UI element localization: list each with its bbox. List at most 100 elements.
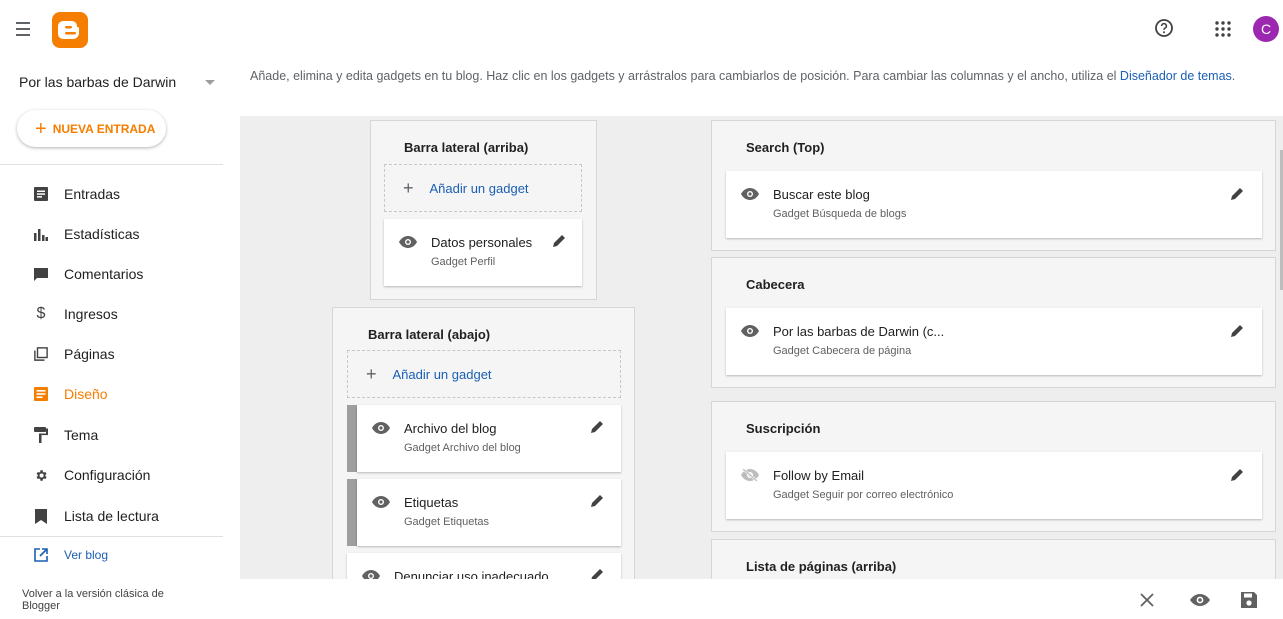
blogger-logo-icon[interactable]: [52, 12, 88, 48]
section-subscription: Suscripción Follow by Email Gadget Segui…: [711, 401, 1276, 532]
gadget-card[interactable]: Denunciar uso inadecuado: [347, 553, 621, 579]
apps-icon[interactable]: [1212, 18, 1234, 40]
add-gadget-button[interactable]: + Añadir un gadget: [384, 164, 582, 212]
section-title: Barra lateral (abajo): [368, 327, 491, 342]
visibility-icon[interactable]: [399, 236, 417, 248]
section-title: Barra lateral (arriba): [404, 140, 529, 155]
gadget-subtitle: Gadget Cabecera de página: [773, 345, 912, 357]
menu-icon[interactable]: [16, 22, 38, 38]
gadget-title: Archivo del blog: [404, 421, 497, 436]
section-header: Cabecera Por las barbas de Darwin (c... …: [711, 257, 1276, 388]
sidebar-item-stats[interactable]: Estadísticas: [0, 215, 223, 253]
gadget-card[interactable]: Archivo del blog Gadget Archivo del blog: [357, 405, 621, 472]
gadget-card[interactable]: Datos personales Gadget Perfil: [384, 219, 582, 286]
section-sidebar-bottom: Barra lateral (abajo) + Añadir un gadget …: [332, 307, 635, 579]
sidebar-item-label: Lista de lectura: [64, 508, 159, 524]
layout-description: Añade, elimina y edita gadgets en tu blo…: [250, 66, 1270, 86]
add-gadget-label: Añadir un gadget: [392, 366, 492, 382]
gadget-card[interactable]: Follow by Email Gadget Seguir por correo…: [726, 452, 1262, 519]
gadget-subtitle: Gadget Seguir por correo electrónico: [773, 489, 954, 501]
paint-roller-icon: [34, 427, 48, 443]
pages-icon: [34, 346, 48, 362]
visibility-icon[interactable]: [741, 325, 759, 337]
gadget-title: Buscar este blog: [773, 187, 870, 202]
dollar-icon: $: [36, 305, 46, 322]
comments-icon: [34, 266, 48, 282]
edit-icon[interactable]: [589, 419, 605, 435]
view-blog-label: Ver blog: [64, 548, 109, 562]
visibility-icon[interactable]: [372, 496, 390, 508]
sidebar-item-label: Tema: [64, 427, 99, 443]
close-icon[interactable]: [1138, 591, 1156, 609]
theme-designer-link[interactable]: Diseñador de temas: [1120, 69, 1232, 83]
save-icon[interactable]: [1240, 591, 1258, 609]
layout-canvas: Barra lateral (arriba) + Añadir un gadget…: [240, 116, 1283, 579]
description-end: .: [1231, 69, 1236, 83]
edit-icon[interactable]: [589, 493, 605, 509]
sidebar-item-label: Comentarios: [64, 266, 144, 282]
sidebar-item-reading-list[interactable]: Lista de lectura: [0, 497, 223, 535]
blog-selector[interactable]: Por las barbas de Darwin: [19, 74, 176, 90]
gadget-card[interactable]: Buscar este blog Gadget Búsqueda de blog…: [726, 171, 1262, 238]
sidebar-item-label: Estadísticas: [64, 226, 140, 242]
section-title: Suscripción: [746, 421, 821, 436]
add-gadget-label: Añadir un gadget: [429, 180, 529, 196]
avatar[interactable]: C: [1253, 16, 1279, 42]
sidebar-item-earnings[interactable]: $ Ingresos: [0, 295, 223, 333]
chevron-down-icon[interactable]: [205, 80, 215, 85]
edit-icon[interactable]: [551, 233, 567, 249]
add-gadget-button[interactable]: + Añadir un gadget: [347, 350, 621, 398]
drag-handle[interactable]: [347, 479, 357, 546]
gadget-card[interactable]: Por las barbas de Darwin (c... Gadget Ca…: [726, 308, 1262, 375]
sidebar-item-label: Páginas: [64, 346, 115, 362]
section-title: Search (Top): [746, 140, 825, 155]
sidebar-item-posts[interactable]: Entradas: [0, 175, 223, 213]
sidebar-item-comments[interactable]: Comentarios: [0, 255, 223, 293]
section-pages-top: Lista de páginas (arriba): [711, 539, 1276, 579]
sidebar-item-label: Configuración: [64, 467, 151, 483]
edit-icon[interactable]: [1229, 467, 1245, 483]
gear-icon: [34, 467, 48, 483]
preview-icon[interactable]: [1190, 591, 1210, 609]
edit-icon[interactable]: [1229, 186, 1245, 202]
new-post-button[interactable]: + NUEVA ENTRADA: [17, 110, 166, 147]
view-blog-link[interactable]: Ver blog: [34, 548, 108, 562]
divider: [0, 536, 223, 537]
visibility-icon[interactable]: [362, 570, 380, 579]
sidebar-item-layout[interactable]: Diseño: [0, 375, 223, 413]
gadget-title: Etiquetas: [404, 495, 459, 510]
drag-handle[interactable]: [347, 405, 357, 472]
bookmark-icon: [34, 508, 48, 524]
divider: [0, 164, 223, 165]
edit-icon[interactable]: [1229, 323, 1245, 339]
section-title: Lista de páginas (arriba): [746, 559, 897, 574]
visibility-off-icon[interactable]: [741, 469, 759, 481]
bottom-action-bar: [240, 579, 1283, 619]
layout-icon: [34, 386, 48, 402]
section-search-top: Search (Top) Buscar este blog Gadget Bús…: [711, 120, 1276, 251]
gadget-subtitle: Gadget Archivo del blog: [404, 442, 521, 454]
visibility-icon[interactable]: [741, 188, 759, 200]
section-title: Cabecera: [746, 277, 805, 292]
gadget-subtitle: Gadget Etiquetas: [404, 516, 490, 528]
section-sidebar-top: Barra lateral (arriba) + Añadir un gadget…: [370, 120, 597, 300]
plus-icon: +: [403, 178, 414, 198]
sidebar-item-pages[interactable]: Páginas: [0, 335, 223, 373]
visibility-icon[interactable]: [372, 422, 390, 434]
external-link-icon: [34, 548, 48, 562]
gadget-title: Por las barbas de Darwin (c...: [773, 324, 945, 339]
plus-icon: +: [35, 117, 47, 140]
sidebar-item-theme[interactable]: Tema: [0, 416, 223, 454]
help-icon[interactable]: [1152, 16, 1176, 40]
gadget-subtitle: Gadget Perfil: [431, 256, 496, 268]
gadget-title: Follow by Email: [773, 468, 865, 483]
description-text: Añade, elimina y edita gadgets en tu blo…: [250, 69, 1117, 83]
sidebar-item-label: Diseño: [64, 386, 108, 402]
sidebar-item-settings[interactable]: Configuración: [0, 456, 223, 494]
classic-version-link[interactable]: Volver a la versión clásica de Blogger: [22, 588, 202, 612]
gadget-title: Denunciar uso inadecuado: [394, 569, 549, 579]
new-post-label: NUEVA ENTRADA: [52, 121, 156, 136]
gadget-card[interactable]: Etiquetas Gadget Etiquetas: [357, 479, 621, 546]
edit-icon[interactable]: [589, 567, 605, 579]
sidebar-item-label: Ingresos: [64, 306, 118, 322]
